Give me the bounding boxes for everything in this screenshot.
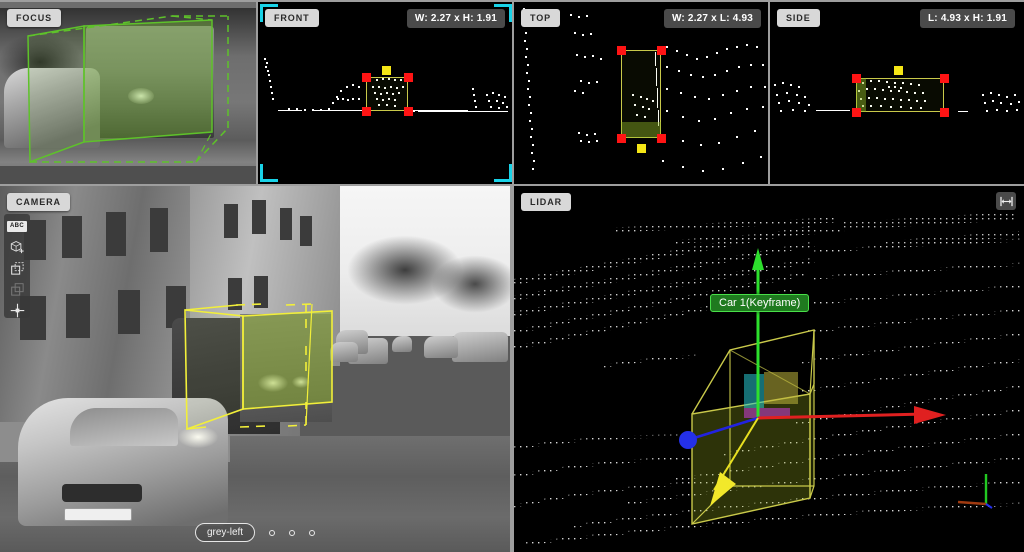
- camera-toolbar[interactable]: ABC: [4, 214, 30, 318]
- crosshair-icon: [10, 303, 24, 317]
- side-handle-tr[interactable]: [940, 74, 949, 83]
- abc-icon: ABC: [7, 220, 27, 232]
- front-handle-tl[interactable]: [362, 73, 371, 82]
- side-panel-label: SIDE: [777, 9, 820, 27]
- top-dimensions-badge: W: 2.27 x L: 4.93: [663, 9, 761, 28]
- lidar-panel-label: LIDAR: [521, 193, 571, 211]
- top-rotation-handle[interactable]: [637, 144, 646, 153]
- fullscreen-icon: [999, 196, 1013, 206]
- top-handle-bl[interactable]: [617, 134, 626, 143]
- camera-name-chip[interactable]: grey-left: [194, 523, 256, 542]
- vertical-divider-main: [510, 186, 514, 552]
- front-panel-label: FRONT: [265, 9, 319, 27]
- side-viewport[interactable]: [770, 2, 1024, 184]
- top-view-panel[interactable]: TOP W: 2.27 x L: 4.93: [514, 2, 770, 184]
- side-handle-bl[interactable]: [852, 108, 861, 117]
- lidar-panel[interactable]: Car 1(Keyframe) LIDAR: [514, 186, 1024, 552]
- front-rotation-handle[interactable]: [382, 66, 391, 75]
- camera-selector-dot-2[interactable]: [289, 529, 296, 536]
- camera-panel[interactable]: ABC grey-left CAMERA: [0, 186, 510, 552]
- side-handle-tl[interactable]: [852, 74, 861, 83]
- side-box-fill: [856, 78, 866, 112]
- front-handle-tr[interactable]: [404, 73, 413, 82]
- annotation-tool-root: FOCUS FRONT W: 2.27 x H: 1.91 TOP W: 2.2…: [0, 0, 1024, 552]
- lidar-pointcloud: [514, 212, 1024, 546]
- mini-axis-gizmo: [957, 474, 993, 509]
- top-box-fill: [621, 122, 661, 138]
- copy-icon: [10, 261, 24, 275]
- vertical-divider-top-left: [256, 2, 258, 184]
- side-bounding-rect[interactable]: [856, 78, 944, 112]
- side-view-panel[interactable]: SIDE L: 4.93 x H: 1.91: [770, 2, 1024, 184]
- camera-selector-dot-3[interactable]: [309, 529, 316, 536]
- move-tool[interactable]: [7, 302, 27, 318]
- focus-viewport[interactable]: [0, 2, 258, 184]
- side-rotation-handle[interactable]: [894, 66, 903, 75]
- top-handle-br[interactable]: [657, 134, 666, 143]
- camera-viewport[interactable]: ABC grey-left: [0, 186, 510, 552]
- front-dimensions-badge: W: 2.27 x H: 1.91: [406, 9, 505, 28]
- top-viewport[interactable]: [514, 2, 770, 184]
- copy-box-tool[interactable]: [7, 260, 27, 276]
- lidar-fullscreen-button[interactable]: [996, 192, 1016, 210]
- lidar-viewport[interactable]: Car 1(Keyframe): [514, 186, 1024, 552]
- camera-footer[interactable]: grey-left: [0, 523, 510, 542]
- vertical-divider-top-mid: [512, 2, 514, 184]
- camera-selector-dot-1[interactable]: [269, 529, 276, 536]
- front-viewport[interactable]: [258, 2, 514, 184]
- vertical-divider-top-right: [768, 2, 770, 184]
- front-handle-bl[interactable]: [362, 107, 371, 116]
- front-view-panel[interactable]: FRONT W: 2.27 x H: 1.91: [258, 2, 514, 184]
- cube-plus-icon: [10, 240, 24, 253]
- lidar-object-label[interactable]: Car 1(Keyframe): [710, 294, 810, 312]
- side-handle-br[interactable]: [940, 108, 949, 117]
- top-panel-label: TOP: [521, 9, 561, 27]
- camera-cuboid-overlay: [184, 303, 333, 431]
- abc-label-toggle[interactable]: ABC: [7, 218, 27, 234]
- front-handle-br[interactable]: [404, 107, 413, 116]
- front-bounding-rect[interactable]: [366, 77, 408, 111]
- top-handle-tr[interactable]: [657, 46, 666, 55]
- focus-panel-label: FOCUS: [7, 9, 61, 27]
- duplicate-icon: [10, 282, 24, 296]
- camera-panel-label: CAMERA: [7, 193, 70, 211]
- side-dimensions-badge: L: 4.93 x H: 1.91: [920, 9, 1015, 28]
- top-handle-tl[interactable]: [617, 46, 626, 55]
- add-box-tool[interactable]: [7, 239, 27, 255]
- paste-box-tool[interactable]: [7, 281, 27, 297]
- focus-cuboid-overlay: [27, 15, 229, 164]
- focus-panel[interactable]: FOCUS: [0, 2, 258, 184]
